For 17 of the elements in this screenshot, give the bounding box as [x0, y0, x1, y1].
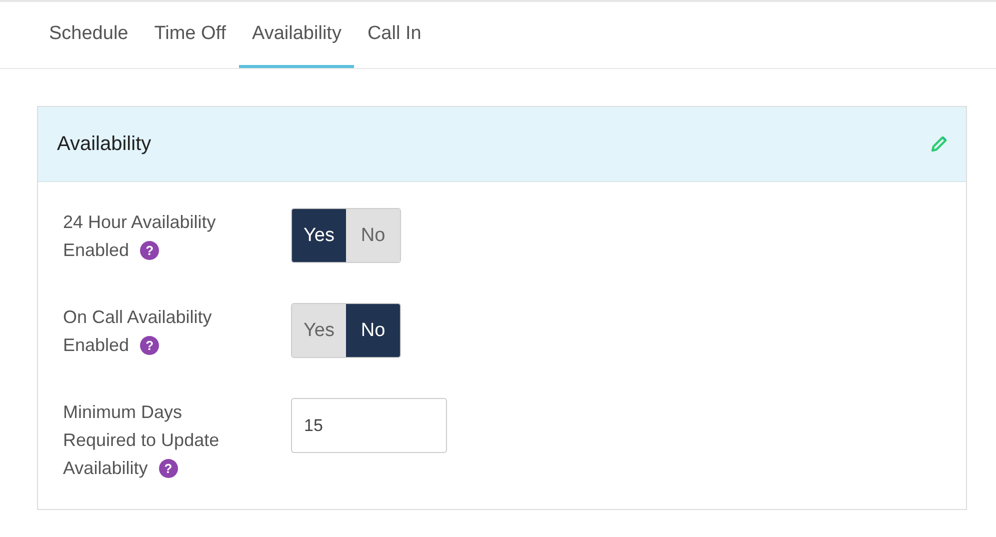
tab[interactable]: Availability: [239, 2, 354, 68]
help-icon[interactable]: ?: [140, 241, 160, 260]
toggle-option[interactable]: No: [346, 209, 400, 262]
tab[interactable]: Schedule: [36, 2, 142, 68]
tab[interactable]: Time Off: [141, 2, 240, 68]
field-label: On Call Availability Enabled ?: [63, 306, 213, 357]
toggle-option[interactable]: Yes: [292, 209, 346, 262]
field-label: Minimum Days Required to Update Availability ?: [63, 401, 220, 480]
help-icon[interactable]: ?: [140, 336, 160, 355]
help-icon[interactable]: ?: [158, 459, 178, 478]
tab[interactable]: Call In: [354, 2, 434, 68]
toggle-option[interactable]: Yes: [292, 304, 346, 357]
edit-icon[interactable]: [931, 136, 947, 152]
panel-title: Availability: [57, 132, 152, 156]
toggle-option[interactable]: No: [346, 304, 400, 357]
field-label: 24 Hour Availability Enabled ?: [63, 211, 217, 262]
input-field[interactable]: 15: [291, 398, 447, 453]
